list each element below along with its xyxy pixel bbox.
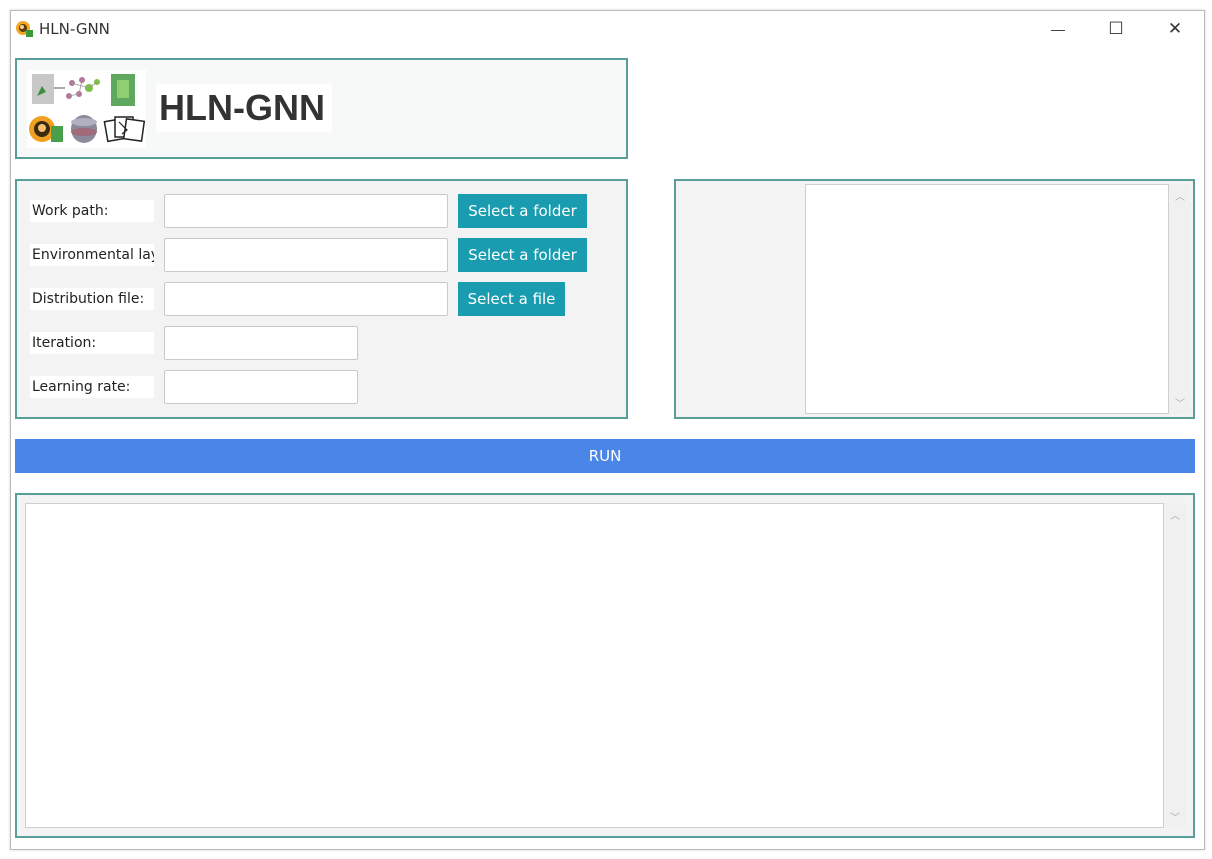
- window-title: HLN-GNN: [39, 20, 110, 38]
- maximize-button[interactable]: ☐: [1093, 14, 1139, 44]
- preview-area[interactable]: [805, 184, 1169, 414]
- app-heading: HLN-GNN: [156, 84, 332, 132]
- maximize-icon: ☐: [1108, 19, 1124, 38]
- distribution-file-label: Distribution file:: [30, 288, 154, 310]
- work-path-input[interactable]: [164, 194, 448, 228]
- scroll-up-icon[interactable]: ︿: [1164, 507, 1186, 522]
- select-env-folder-button[interactable]: Select a folder: [458, 238, 587, 272]
- title-bar: [11, 11, 1204, 48]
- minimize-button[interactable]: —: [1035, 14, 1081, 44]
- scroll-down-icon[interactable]: ﹀: [1164, 809, 1186, 824]
- environmental-layer-label: Environmental layer:: [30, 244, 154, 266]
- select-work-folder-button[interactable]: Select a folder: [458, 194, 587, 228]
- close-button[interactable]: ✕: [1152, 14, 1198, 44]
- preview-scrollbar[interactable]: ︿ ﹀: [1169, 184, 1191, 414]
- distribution-file-input[interactable]: [164, 282, 448, 316]
- learning-rate-label: Learning rate:: [30, 376, 154, 398]
- select-distribution-file-button[interactable]: Select a file: [458, 282, 565, 316]
- scroll-down-icon[interactable]: ﹀: [1169, 395, 1191, 410]
- environmental-layer-input[interactable]: [164, 238, 448, 272]
- close-icon: ✕: [1167, 19, 1183, 38]
- run-button[interactable]: RUN: [15, 439, 1195, 473]
- learning-rate-input[interactable]: [164, 370, 358, 404]
- minimize-icon: —: [1051, 21, 1065, 37]
- log-output[interactable]: [25, 503, 1164, 828]
- iteration-input[interactable]: [164, 326, 358, 360]
- iteration-label: Iteration:: [30, 332, 154, 354]
- app-icon: [15, 19, 35, 39]
- work-path-label: Work path:: [30, 200, 154, 222]
- log-scrollbar[interactable]: ︿ ﹀: [1164, 503, 1186, 828]
- scroll-up-icon[interactable]: ︿: [1169, 188, 1191, 203]
- logo-image: [27, 70, 146, 148]
